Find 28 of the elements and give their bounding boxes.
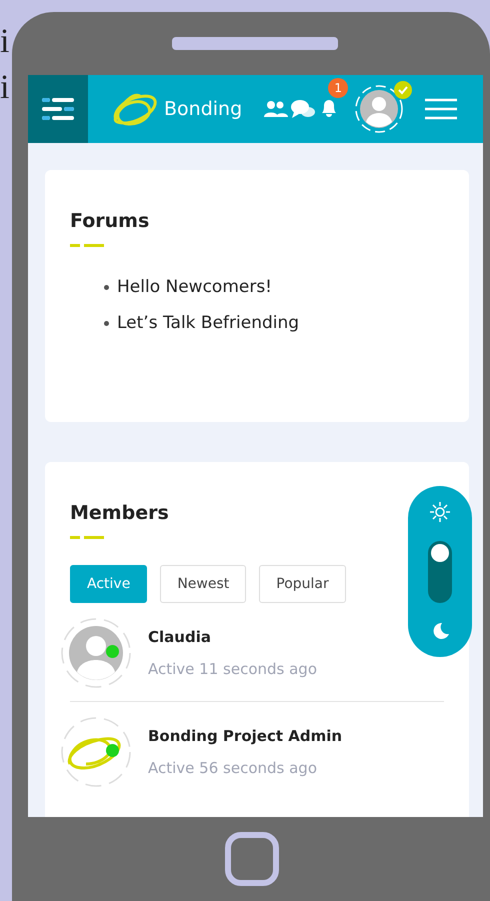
forums-heading: Forums (70, 210, 150, 232)
members-icon[interactable] (264, 99, 288, 119)
heading-underline (70, 536, 106, 539)
notification-badge: 1 (328, 78, 348, 98)
user-avatar-icon[interactable] (354, 84, 404, 134)
sidebar-toggle-button[interactable] (28, 75, 88, 143)
bullet-icon (104, 284, 109, 290)
home-button[interactable] (225, 832, 279, 886)
member-name[interactable]: Bonding Project Admin (148, 727, 342, 745)
filter-tab[interactable]: Newest (160, 565, 246, 603)
sun-icon (430, 502, 450, 522)
heading-underline (70, 244, 106, 247)
menu-icon[interactable] (424, 97, 458, 121)
member-status: Active 56 seconds ago (148, 759, 318, 777)
theme-switch[interactable] (428, 540, 452, 602)
member-status: Active 11 seconds ago (148, 660, 317, 678)
forum-link[interactable]: Let’s Talk Befriending (117, 313, 300, 333)
filter-tab[interactable]: Popular (259, 565, 346, 603)
forum-link[interactable]: Hello Newcomers! (117, 277, 272, 297)
member-name[interactable]: Claudia (148, 628, 317, 646)
chat-icon[interactable] (290, 98, 316, 120)
side-letter: i (0, 70, 10, 106)
members-heading: Members (70, 502, 169, 524)
bullet-icon (104, 320, 109, 326)
avatar-icon[interactable] (60, 617, 132, 689)
side-letter: i (0, 24, 10, 60)
logo-avatar-icon[interactable] (60, 716, 132, 788)
sidebar-lines-icon (41, 96, 75, 122)
